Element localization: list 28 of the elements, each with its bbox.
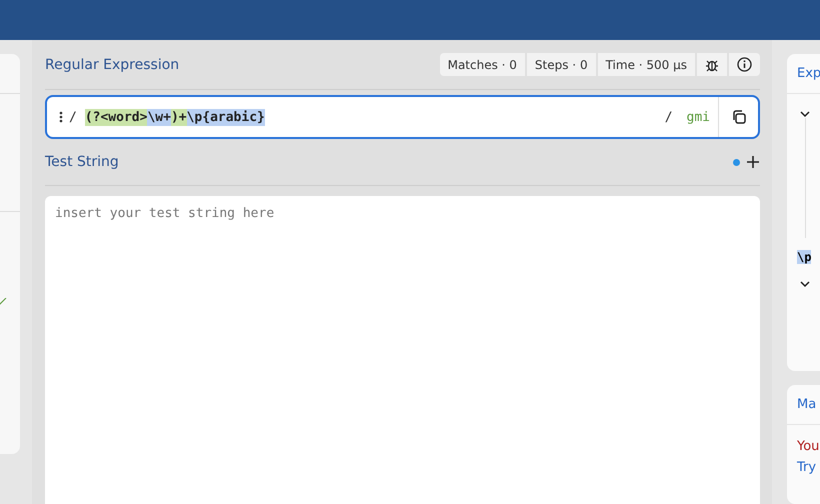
match-message: You bbox=[796, 438, 820, 454]
copy-icon bbox=[730, 109, 746, 125]
chevron-icon[interactable] bbox=[800, 280, 810, 288]
card-title: Ma bbox=[787, 384, 820, 425]
regex-token: )+ bbox=[170, 108, 187, 126]
chevron-icon[interactable] bbox=[800, 110, 810, 118]
add-button[interactable] bbox=[746, 155, 760, 169]
stat-label: Time · 500 µs bbox=[598, 53, 697, 76]
token-label: \p bbox=[797, 250, 812, 264]
plus-icon bbox=[746, 155, 760, 169]
regex-flags[interactable]: gmi bbox=[686, 110, 710, 124]
regex-token: (?<word> bbox=[84, 108, 148, 126]
regex-token: \w+ bbox=[147, 108, 171, 126]
stat-label: Matches · 0 bbox=[440, 53, 527, 76]
test-string-field[interactable]: insert your test string here bbox=[45, 196, 760, 504]
drag-handle-icon[interactable] bbox=[59, 111, 63, 123]
regex-field[interactable]: / (?<word>\w+)+\p{arabic} / gmi bbox=[45, 95, 760, 139]
section-title: Test String bbox=[45, 154, 119, 170]
section-title: Regular Expression bbox=[45, 56, 180, 72]
delimiter: / bbox=[664, 110, 673, 124]
match-link[interactable]: Try bbox=[787, 454, 820, 475]
check-icon bbox=[0, 298, 8, 306]
delimiter: / bbox=[69, 110, 77, 124]
stat-label: Steps · 0 bbox=[526, 53, 598, 76]
info-icon bbox=[737, 57, 752, 72]
regex-token: \p{arabic} bbox=[186, 108, 265, 126]
status-dot bbox=[733, 158, 740, 166]
bug-icon bbox=[705, 58, 719, 72]
